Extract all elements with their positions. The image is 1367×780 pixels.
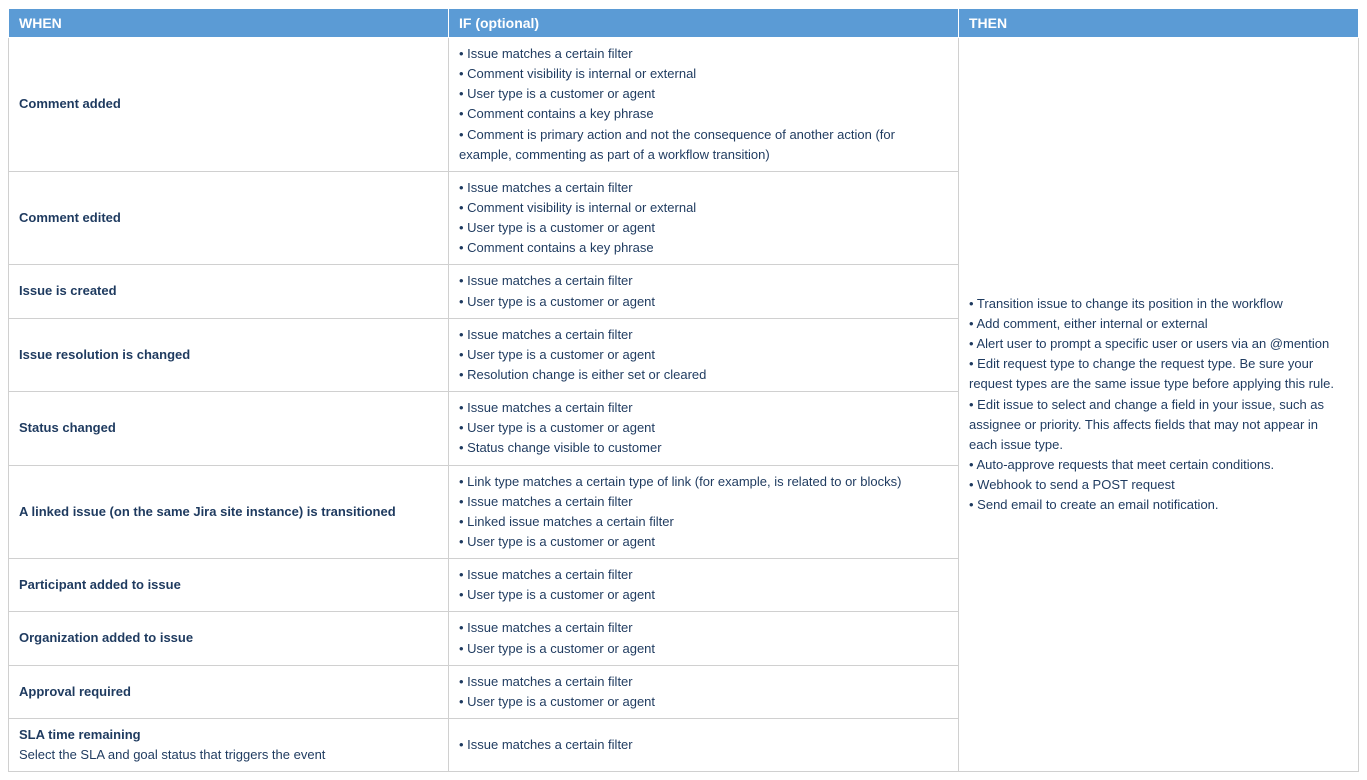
if-cell: • Issue matches a certain filter xyxy=(449,718,959,771)
when-subtitle: Select the SLA and goal status that trig… xyxy=(19,745,438,765)
if-condition: • Comment contains a key phrase xyxy=(459,104,948,124)
if-cell: • Issue matches a certain filter• User t… xyxy=(449,392,959,465)
then-action: • Edit issue to select and change a fiel… xyxy=(969,395,1348,455)
when-title: Issue is created xyxy=(19,283,117,298)
header-when: WHEN xyxy=(9,9,449,38)
when-cell: SLA time remaining Select the SLA and goa… xyxy=(9,718,449,771)
when-title: Participant added to issue xyxy=(19,577,181,592)
then-cell: • Transition issue to change its positio… xyxy=(959,38,1359,772)
if-condition: • User type is a customer or agent xyxy=(459,585,948,605)
if-condition: • Comment visibility is internal or exte… xyxy=(459,198,948,218)
if-condition: • User type is a customer or agent xyxy=(459,292,948,312)
when-title: Organization added to issue xyxy=(19,630,193,645)
if-condition: • Resolution change is either set or cle… xyxy=(459,365,948,385)
then-action: • Alert user to prompt a specific user o… xyxy=(969,334,1348,354)
if-condition: • Linked issue matches a certain filter xyxy=(459,512,948,532)
then-action: • Transition issue to change its positio… xyxy=(969,294,1348,314)
if-condition: • Issue matches a certain filter xyxy=(459,565,948,585)
if-condition: • User type is a customer or agent xyxy=(459,532,948,552)
when-cell: Approval required xyxy=(9,665,449,718)
when-cell: Participant added to issue xyxy=(9,559,449,612)
when-title: Comment edited xyxy=(19,210,121,225)
if-condition: • Issue matches a certain filter xyxy=(459,492,948,512)
if-condition: • User type is a customer or agent xyxy=(459,418,948,438)
if-cell: • Issue matches a certain filter• User t… xyxy=(449,265,959,318)
if-condition: • User type is a customer or agent xyxy=(459,692,948,712)
if-condition: • User type is a customer or agent xyxy=(459,345,948,365)
then-action: • Send email to create an email notifica… xyxy=(969,495,1348,515)
when-title: SLA time remaining xyxy=(19,727,141,742)
when-cell: Issue resolution is changed xyxy=(9,318,449,391)
when-cell: Organization added to issue xyxy=(9,612,449,665)
then-action: • Webhook to send a POST request xyxy=(969,475,1348,495)
if-condition: • Issue matches a certain filter xyxy=(459,735,948,755)
table-header-row: WHEN IF (optional) THEN xyxy=(9,9,1359,38)
if-condition: • Issue matches a certain filter xyxy=(459,178,948,198)
header-if: IF (optional) xyxy=(449,9,959,38)
if-condition: • Issue matches a certain filter xyxy=(459,44,948,64)
if-condition: • Issue matches a certain filter xyxy=(459,398,948,418)
table-row: Comment added • Issue matches a certain f… xyxy=(9,38,1359,172)
if-cell: • Issue matches a certain filter• User t… xyxy=(449,665,959,718)
when-title: Approval required xyxy=(19,684,131,699)
if-condition: • User type is a customer or agent xyxy=(459,84,948,104)
when-title: Comment added xyxy=(19,96,121,111)
then-action: • Auto-approve requests that meet certai… xyxy=(969,455,1348,475)
when-title: Status changed xyxy=(19,420,116,435)
when-cell: Comment added xyxy=(9,38,449,172)
if-condition: • Status change visible to customer xyxy=(459,438,948,458)
if-cell: • Issue matches a certain filter• User t… xyxy=(449,318,959,391)
header-then: THEN xyxy=(959,9,1359,38)
if-cell: • Issue matches a certain filter• User t… xyxy=(449,612,959,665)
when-cell: Issue is created xyxy=(9,265,449,318)
if-cell: • Issue matches a certain filter• User t… xyxy=(449,559,959,612)
automation-rules-table: WHEN IF (optional) THEN Comment added • I… xyxy=(8,8,1359,772)
if-cell: • Issue matches a certain filter• Commen… xyxy=(449,38,959,172)
if-condition: • Issue matches a certain filter xyxy=(459,325,948,345)
then-action: • Edit request type to change the reques… xyxy=(969,354,1348,394)
if-condition: • Link type matches a certain type of li… xyxy=(459,472,948,492)
if-condition: • Comment is primary action and not the … xyxy=(459,125,948,165)
if-condition: • User type is a customer or agent xyxy=(459,639,948,659)
if-condition: • Issue matches a certain filter xyxy=(459,618,948,638)
if-condition: • Comment contains a key phrase xyxy=(459,238,948,258)
when-title: A linked issue (on the same Jira site in… xyxy=(19,504,396,519)
if-cell: • Issue matches a certain filter• Commen… xyxy=(449,171,959,265)
if-condition: • Issue matches a certain filter xyxy=(459,271,948,291)
if-cell: • Link type matches a certain type of li… xyxy=(449,465,959,559)
when-cell: Status changed xyxy=(9,392,449,465)
if-condition: • User type is a customer or agent xyxy=(459,218,948,238)
then-action: • Add comment, either internal or extern… xyxy=(969,314,1348,334)
if-condition: • Issue matches a certain filter xyxy=(459,672,948,692)
when-cell: A linked issue (on the same Jira site in… xyxy=(9,465,449,559)
if-condition: • Comment visibility is internal or exte… xyxy=(459,64,948,84)
when-title: Issue resolution is changed xyxy=(19,347,190,362)
when-cell: Comment edited xyxy=(9,171,449,265)
